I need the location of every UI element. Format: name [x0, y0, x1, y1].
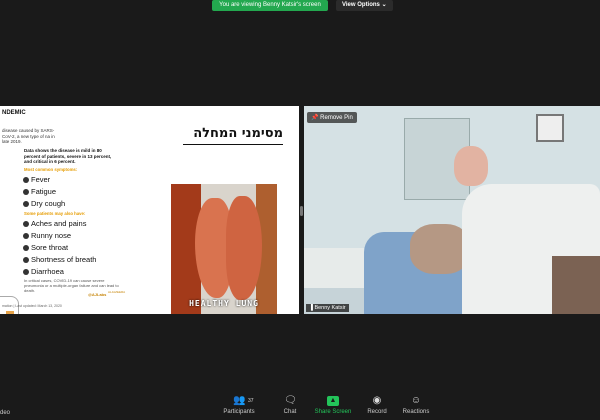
thermometer-icon	[23, 176, 29, 183]
symptom-item: Shortness of breath	[23, 255, 96, 264]
reactions-button[interactable]: ☺ Reactions	[391, 395, 441, 416]
cough-icon	[23, 200, 29, 207]
symptom-item: Dry cough	[23, 199, 65, 208]
ajlabs-handle: @AJLabs	[88, 292, 107, 297]
slide-hebrew-heading: מסימני המחלה	[193, 126, 283, 141]
video-patient	[410, 224, 470, 274]
most-common-label: Most common symptoms:	[24, 167, 78, 172]
slide-data-line: Data shows the disease is mild in 80 per…	[24, 148, 112, 164]
symptom-item: Sore throat	[23, 243, 68, 252]
participants-count: 37	[248, 398, 254, 404]
share-screen-button[interactable]: ▲ Share Screen	[308, 396, 358, 415]
symptom-item: Fever	[23, 175, 50, 184]
lungs-icon	[23, 256, 29, 263]
participants-button[interactable]: 👥 Participants	[214, 395, 264, 416]
signal-icon: ▐	[309, 305, 313, 311]
body-marker	[6, 311, 14, 314]
symptom-item: Fatigue	[23, 187, 56, 196]
participant-name-tag: ▐ Benny Katsir	[306, 304, 349, 312]
participants-label: Participants	[223, 409, 255, 415]
reactions-label: Reactions	[402, 409, 430, 415]
shared-screen-slide: NDEMIC מסימני המחלה disease caused by SA…	[0, 106, 299, 314]
splitter-handle[interactable]	[300, 206, 303, 216]
throat-icon	[23, 244, 29, 251]
nose-icon	[23, 232, 29, 239]
share-screen-label: Share Screen	[314, 409, 352, 415]
slide-updated-date: mation | Last updated: March 13, 2020	[2, 304, 62, 308]
record-label: Record	[367, 409, 387, 415]
video-doctor-pants	[552, 256, 600, 314]
slide-title: NDEMIC	[2, 110, 26, 116]
stop-video-label[interactable]: deo	[0, 410, 10, 416]
pin-icon: 📌	[311, 115, 319, 121]
symptom-item: Aches and pains	[23, 219, 86, 228]
reactions-icon: ☺	[410, 395, 422, 406]
slide-intro: disease caused by SARS-CoV-2, a new type…	[2, 128, 55, 144]
image-caption: HEALTHY LUNG	[189, 299, 259, 308]
record-icon: ◉	[372, 395, 382, 406]
stomach-icon	[23, 268, 29, 275]
heading-underline	[183, 144, 283, 145]
healthy-lung-image: HEALTHY LUNG	[171, 184, 277, 314]
symptom-item: Runny nose	[23, 231, 71, 240]
view-options-button[interactable]: View Options ⌄	[336, 0, 393, 11]
video-doctor-head	[454, 146, 488, 186]
chat-icon: 🗨	[284, 395, 297, 406]
participants-icon: 👥	[233, 395, 246, 406]
video-monitor	[536, 114, 564, 142]
chat-label: Chat	[283, 409, 297, 415]
viewing-screen-banner: You are viewing Benny Katsir's screen	[212, 0, 328, 11]
some-patients-label: Some patients may also have:	[24, 211, 86, 216]
participant-video[interactable]	[304, 106, 600, 314]
remove-pin-button[interactable]: 📌 Remove Pin	[307, 112, 357, 123]
aljazeera-logo: ALJAZEERA	[108, 290, 126, 294]
pain-icon	[23, 220, 29, 227]
tired-face-icon	[23, 188, 29, 195]
share-screen-icon: ▲	[327, 396, 339, 406]
symptom-item: Diarrhoea	[23, 267, 64, 276]
